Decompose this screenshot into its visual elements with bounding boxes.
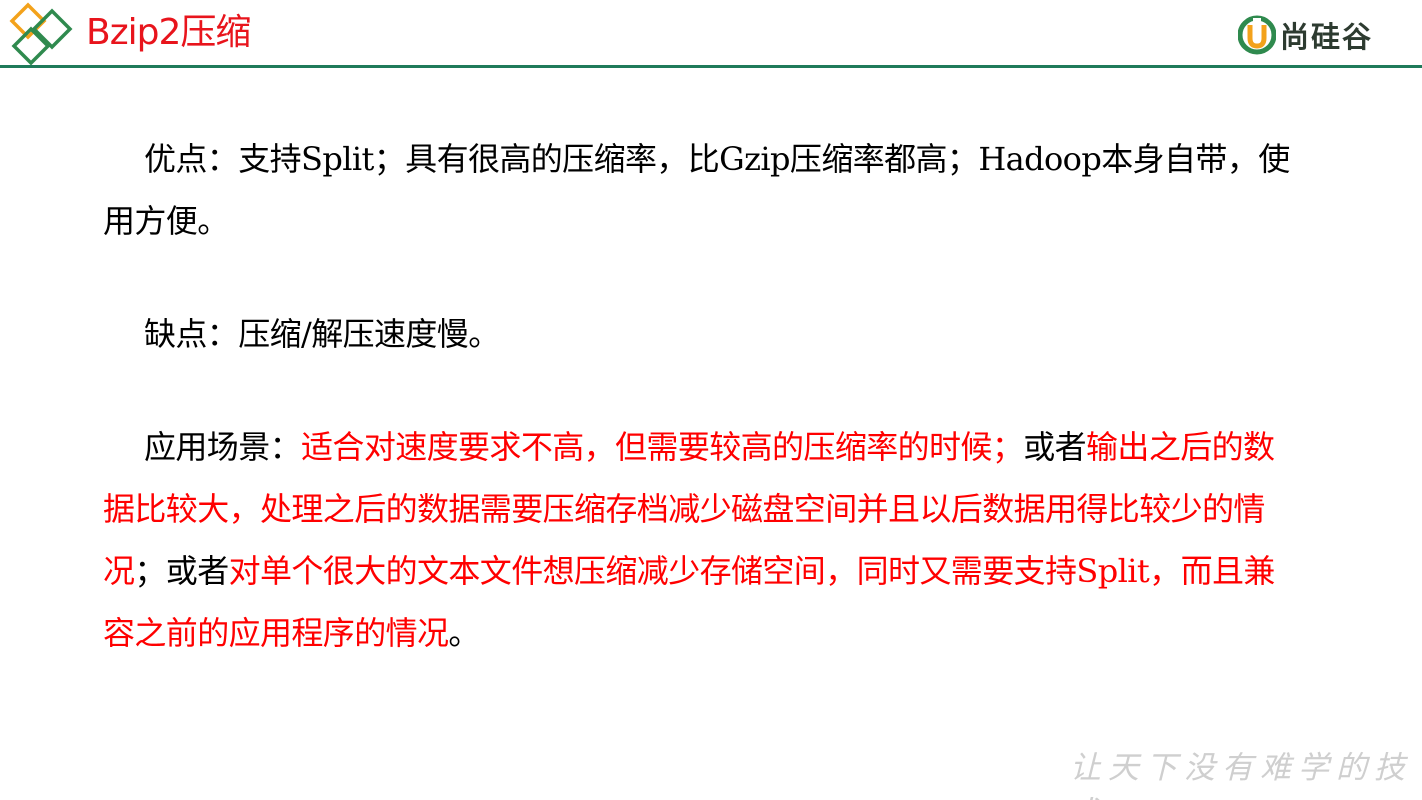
header-divider	[0, 65, 1422, 68]
text-segment: 适合对速度要求不高，但需要较高的压缩率的时候；	[301, 428, 1024, 466]
brand-u-icon	[1238, 15, 1276, 55]
text-segment: ；具有很高的压缩率，比	[373, 140, 720, 178]
text-segment: Split	[1076, 552, 1150, 590]
advantages-text: 支持Split；具有很高的压缩率，比Gzip压缩率都高；Hadoop本身自带，使…	[103, 140, 1290, 240]
brand-name: 尚硅谷	[1280, 20, 1374, 54]
text-segment: 对单个很大的文本文件想压缩减少存储空间，同时又需要支持	[228, 552, 1077, 590]
text-segment: ；或者	[134, 552, 229, 590]
text-segment: 压缩率都高；	[789, 140, 979, 178]
text-segment: 解压速度慢。	[311, 315, 500, 353]
text-segment: Split	[301, 140, 374, 178]
text-segment: /	[301, 315, 312, 353]
text-segment: Hadoop	[978, 140, 1102, 178]
disadvantages-text: 压缩/解压速度慢。	[238, 315, 500, 353]
text-segment: 压缩	[238, 315, 302, 353]
text-segment: 或者	[1023, 428, 1087, 466]
text-segment: 。	[448, 614, 480, 652]
brand-logo: 尚硅谷	[1238, 13, 1373, 57]
advantages-label: 优点：	[144, 140, 239, 178]
slide-header: Bzip2压缩 尚硅谷	[0, 0, 1422, 70]
advantages-paragraph: 优点：支持Split；具有很高的压缩率，比Gzip压缩率都高；Hadoop本身自…	[103, 128, 1303, 252]
text-segment: 支持	[238, 140, 302, 178]
diamond-logo-icon	[9, 2, 73, 66]
slide-body: 优点：支持Split；具有很高的压缩率，比Gzip压缩率都高；Hadoop本身自…	[103, 128, 1303, 664]
disadvantages-paragraph: 缺点：压缩/解压速度慢。	[103, 303, 1303, 365]
footer-slogan: 让天下没有难学的技术	[1070, 750, 1412, 800]
text-segment: Gzip	[719, 140, 790, 178]
scenarios-label: 应用场景：	[144, 428, 302, 466]
disadvantages-label: 缺点：	[144, 315, 239, 353]
scenarios-paragraph: 应用场景：适合对速度要求不高，但需要较高的压缩率的时候；或者输出之后的数据比较大…	[103, 416, 1303, 664]
slide-title: Bzip2压缩	[86, 12, 251, 53]
